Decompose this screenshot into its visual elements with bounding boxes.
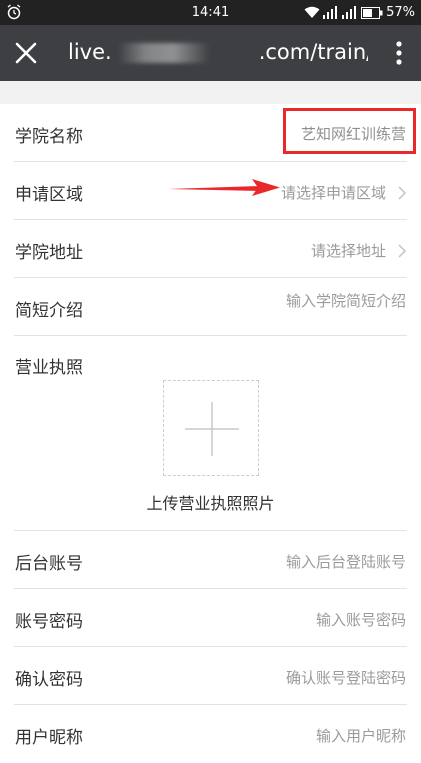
signal-icon xyxy=(323,6,338,19)
annotation-arrow xyxy=(168,179,280,196)
field-label: 学院地址 xyxy=(15,243,83,263)
highlight-box xyxy=(283,108,416,154)
nickname-input[interactable]: 输入用户昵称 xyxy=(316,725,406,746)
field-label: 账号密码 xyxy=(15,612,83,632)
form-row-confirm-password[interactable]: 确认密码 确认账号登陆密码 xyxy=(0,647,421,705)
account-input[interactable]: 输入后台登陆账号 xyxy=(286,551,406,572)
form-row-address[interactable]: 学院地址 请选择地址 xyxy=(0,220,421,278)
field-label: 申请区域 xyxy=(15,185,83,205)
close-icon[interactable] xyxy=(12,39,40,67)
form-row-password[interactable]: 账号密码 输入账号密码 xyxy=(0,589,421,647)
form-row-account[interactable]: 后台账号 输入后台登陆账号 xyxy=(0,531,421,589)
form-row-intro[interactable]: 简短介绍 输入学院简短介绍 xyxy=(0,278,421,336)
confirm-password-input[interactable]: 确认账号登陆密码 xyxy=(286,667,406,688)
field-label: 简短介绍 xyxy=(15,301,83,321)
license-section: 营业执照 上传营业执照照片 xyxy=(0,336,421,531)
form-row-nickname[interactable]: 用户昵称 输入用户昵称 xyxy=(0,705,421,763)
chevron-right-icon xyxy=(398,186,407,200)
chevron-right-icon xyxy=(398,244,407,258)
field-label: 用户昵称 xyxy=(15,728,83,748)
password-input[interactable]: 输入账号密码 xyxy=(316,609,406,630)
license-upload-button[interactable] xyxy=(163,380,259,476)
plus-icon xyxy=(185,402,239,456)
field-label: 后台账号 xyxy=(15,554,83,574)
battery-percent: 57% xyxy=(386,5,415,20)
more-vertical-icon[interactable] xyxy=(387,39,411,67)
status-bar: 14:41 57% xyxy=(0,0,421,25)
field-label: 营业执照 xyxy=(15,358,83,378)
url-text[interactable]: live. .com/train/ind... xyxy=(68,40,368,64)
address-select[interactable]: 请选择地址 xyxy=(311,240,386,261)
browser-toolbar: live. .com/train/ind... xyxy=(0,25,421,81)
upload-caption: 上传营业执照照片 xyxy=(146,494,275,513)
region-select[interactable]: 请选择申请区域 xyxy=(281,182,386,203)
wifi-icon xyxy=(304,6,320,18)
intro-input[interactable]: 输入学院简短介绍 xyxy=(286,290,406,311)
field-label: 确认密码 xyxy=(15,670,83,690)
signal-icon xyxy=(342,6,357,19)
battery-icon xyxy=(361,6,383,19)
url-redaction xyxy=(118,43,210,63)
section-spacer xyxy=(0,81,421,104)
field-label: 学院名称 xyxy=(15,127,83,147)
